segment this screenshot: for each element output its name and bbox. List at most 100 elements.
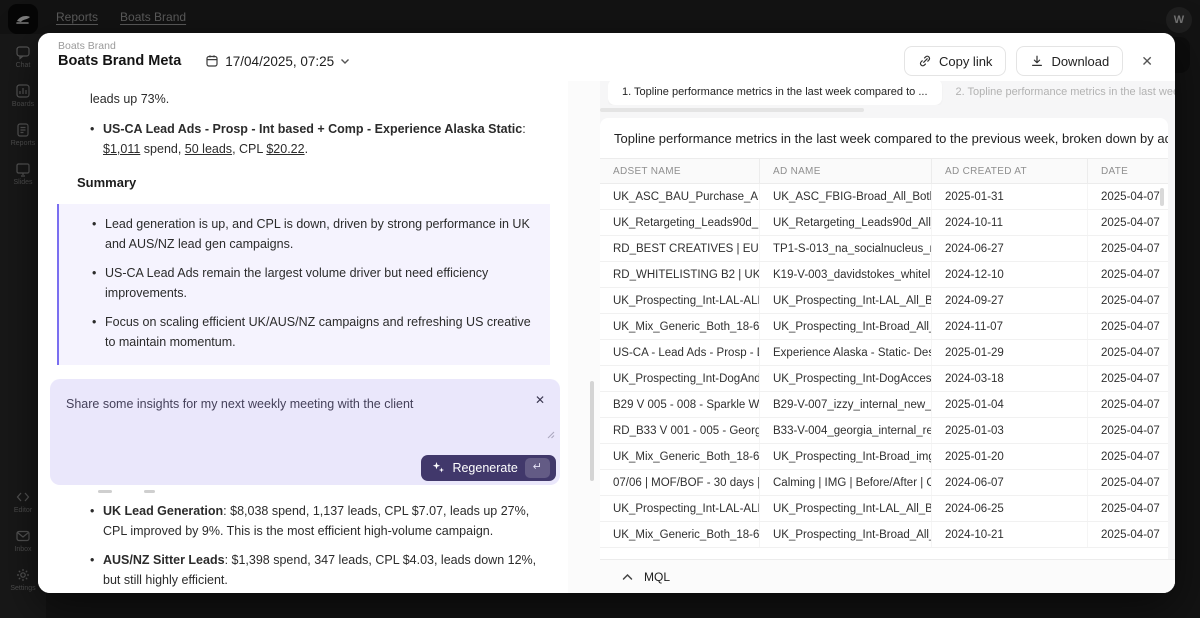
summary-heading: Summary (77, 173, 550, 194)
table-cell: 2024-06-27 (932, 236, 1088, 261)
table-cell: B33-V-004_georgia_internal_re (760, 418, 932, 443)
table-cell: UK_Prospecting_Int-DogAndAni (600, 366, 760, 391)
table-cell: 2025-01-20 (932, 444, 1088, 469)
table-row[interactable]: UK_Prospecting_Int-LAL-ALL__UK_Prospecti… (600, 496, 1168, 522)
table-cell: UK_Retargeting_Leads90d_Both (600, 210, 760, 235)
column-header-ad-name[interactable]: AD NAME (760, 159, 932, 183)
table-cell: UK_Mix_Generic_Both_18-65+_ (600, 314, 760, 339)
table-cell: 2025-04-07 (1088, 210, 1168, 235)
table-cell: 2025-04-07 (1088, 470, 1168, 495)
table-cell: 2024-10-21 (932, 522, 1088, 547)
table-cell: UK_Prospecting_Int-Broad_All_ (760, 314, 932, 339)
table-cell: TP1-S-013_na_socialnucleus_re (760, 236, 932, 261)
report-table-card: Topline performance metrics in the last … (600, 118, 1168, 563)
table-cell: 2024-10-11 (932, 210, 1088, 235)
panel-gutter (568, 81, 600, 593)
mql-section-toggle[interactable]: MQL (600, 559, 1175, 593)
modal-close-icon[interactable]: ✕ (1137, 49, 1157, 74)
table-cell: 2025-04-07 (1088, 522, 1168, 547)
cpl-link[interactable]: $20.22 (266, 142, 304, 156)
regenerate-button[interactable]: Regenerate ↵ (421, 455, 556, 481)
table-row[interactable]: US-CA - Lead Ads - Prosp - DesExperience… (600, 340, 1168, 366)
enter-key-badge: ↵ (525, 458, 550, 478)
spend-link[interactable]: $1,011 (103, 142, 140, 156)
table-cell: UK_ASC_BAU_Purchase_ABO_2 (600, 184, 760, 209)
table-row[interactable]: RD_WHITELISTING B2 | UK,IE - AK19-V-003_… (600, 262, 1168, 288)
lead-ads-bullet: US-CA Lead Ads - Prosp - Int based + Com… (77, 119, 550, 159)
summary-bullet: US-CA Lead Ads remain the largest volume… (79, 263, 540, 303)
sparkle-icon (432, 461, 445, 474)
prompt-close-icon[interactable]: ✕ (532, 388, 548, 413)
column-header-ad-created-at[interactable]: AD CREATED AT (932, 159, 1088, 183)
table-cell: 2025-04-07 (1088, 496, 1168, 521)
summary-bullet-list: Lead generation is up, and CPL is down, … (79, 214, 540, 352)
summary-highlight-block: Lead generation is up, and CPL is down, … (57, 204, 550, 365)
table-body: UK_ASC_BAU_Purchase_ABO_2UK_ASC_FBIG-Bro… (600, 184, 1168, 548)
table-row[interactable]: RD_BEST CREATIVES | EUROPETP1-S-013_na_s… (600, 236, 1168, 262)
table-cell: UK_Mix_Generic_Both_18-65+_ (600, 522, 760, 547)
table-cell: Calming | IMG | Before/After | Go (760, 470, 932, 495)
calendar-icon (205, 54, 219, 68)
download-icon (1030, 54, 1044, 68)
table-cell: 2025-01-31 (932, 184, 1088, 209)
table-cell: 2025-04-07 (1088, 340, 1168, 365)
table-row[interactable]: RD_B33 V 001 - 005 - Georgia CB33-V-004_… (600, 418, 1168, 444)
document-scrollbar[interactable] (590, 381, 594, 481)
table-cell: UK_Prospecting_Int-LAL-ALL__ (600, 288, 760, 313)
clipped-text-fragment (98, 490, 112, 493)
clipped-text-fragment (144, 490, 155, 493)
regenerate-label: Regenerate (452, 458, 517, 478)
table-cell: 2025-01-03 (932, 418, 1088, 443)
table-cell: UK_Prospecting_Int-LAL_All_Bo (760, 496, 932, 521)
campaign-bullet: UK Lead Generation: $8,038 spend, 1,137 … (77, 501, 550, 541)
table-row[interactable]: UK_Prospecting_Int-DogAndAniUK_Prospecti… (600, 366, 1168, 392)
table-cell: 2025-01-29 (932, 340, 1088, 365)
resize-handle-icon[interactable] (545, 429, 555, 439)
table-cell: RD_BEST CREATIVES | EUROPE (600, 236, 760, 261)
download-button[interactable]: Download (1016, 46, 1123, 76)
copy-link-button[interactable]: Copy link (904, 46, 1006, 76)
table-cell: RD_B33 V 001 - 005 - Georgia C (600, 418, 760, 443)
table-cell: 2025-04-07 (1088, 184, 1168, 209)
table-row[interactable]: UK_Mix_Generic_Both_18-65+_UK_Prospectin… (600, 522, 1168, 548)
table-cell: UK_Mix_Generic_Both_18-65+_ (600, 444, 760, 469)
chevron-down-icon (340, 58, 350, 65)
table-cell: B29 V 005 - 008 - Sparkle Wom (600, 392, 760, 417)
leads-link[interactable]: 50 leads (185, 142, 232, 156)
table-cell: 2025-04-07 (1088, 366, 1168, 391)
table-cell: 07/06 | MOF/BOF - 30 days | UK (600, 470, 760, 495)
link-icon (918, 54, 932, 68)
table-cell: RD_WHITELISTING B2 | UK,IE - A (600, 262, 760, 287)
table-row[interactable]: UK_ASC_BAU_Purchase_ABO_2UK_ASC_FBIG-Bro… (600, 184, 1168, 210)
report-tab-1[interactable]: 1. Topline performance metrics in the la… (608, 79, 942, 105)
table-cell: UK_Prospecting_Int-DogAccess (760, 366, 932, 391)
table-row[interactable]: 07/06 | MOF/BOF - 30 days | UKCalming | … (600, 470, 1168, 496)
column-header-adset-name[interactable]: ADSET NAME (600, 159, 760, 183)
date-value: 17/04/2025, 07:25 (225, 54, 334, 69)
table-row[interactable]: UK_Retargeting_Leads90d_BothUK_Retargeti… (600, 210, 1168, 236)
table-cell: Experience Alaska - Static- Dest (760, 340, 932, 365)
table-cell: UK_Prospecting_Int-LAL-ALL__ (600, 496, 760, 521)
table-row[interactable]: B29 V 005 - 008 - Sparkle WomB29-V-007_i… (600, 392, 1168, 418)
table-vertical-scrollbar[interactable] (1160, 188, 1164, 206)
prompt-box[interactable]: Share some insights for my next weekly m… (50, 379, 560, 485)
column-header-date[interactable]: DATE (1088, 159, 1168, 183)
mql-section-label: MQL (644, 570, 670, 584)
table-cell: 2024-12-10 (932, 262, 1088, 287)
table-row[interactable]: UK_Mix_Generic_Both_18-65+_UK_Prospectin… (600, 314, 1168, 340)
tabs-scrollbar[interactable] (600, 108, 864, 112)
table-cell: 2025-04-07 (1088, 288, 1168, 313)
table-cell: 2024-03-18 (932, 366, 1088, 391)
prompt-input[interactable]: Share some insights for my next weekly m… (66, 394, 544, 414)
table-row[interactable]: UK_Mix_Generic_Both_18-65+_UK_Prospectin… (600, 444, 1168, 470)
table-cell: 2024-06-25 (932, 496, 1088, 521)
table-row[interactable]: UK_Prospecting_Int-LAL-ALL__UK_Prospecti… (600, 288, 1168, 314)
table-cell: 2025-04-07 (1088, 314, 1168, 339)
table-cell: UK_Prospecting_Int-LAL_All_Bo (760, 288, 932, 313)
report-tab-2[interactable]: 2. Topline performance metrics in the la… (942, 79, 1176, 105)
campaign-bullet: AUS/NZ Sitter Leads: $1,398 spend, 347 l… (77, 550, 550, 590)
document-panel[interactable]: leads up 73%. US-CA Lead Ads - Prosp - I… (38, 81, 568, 593)
page-title: Boats Brand Meta (58, 53, 181, 69)
date-picker[interactable]: 17/04/2025, 07:25 (205, 54, 350, 69)
table-cell: UK_Prospecting_Int-Broad_img (760, 444, 932, 469)
